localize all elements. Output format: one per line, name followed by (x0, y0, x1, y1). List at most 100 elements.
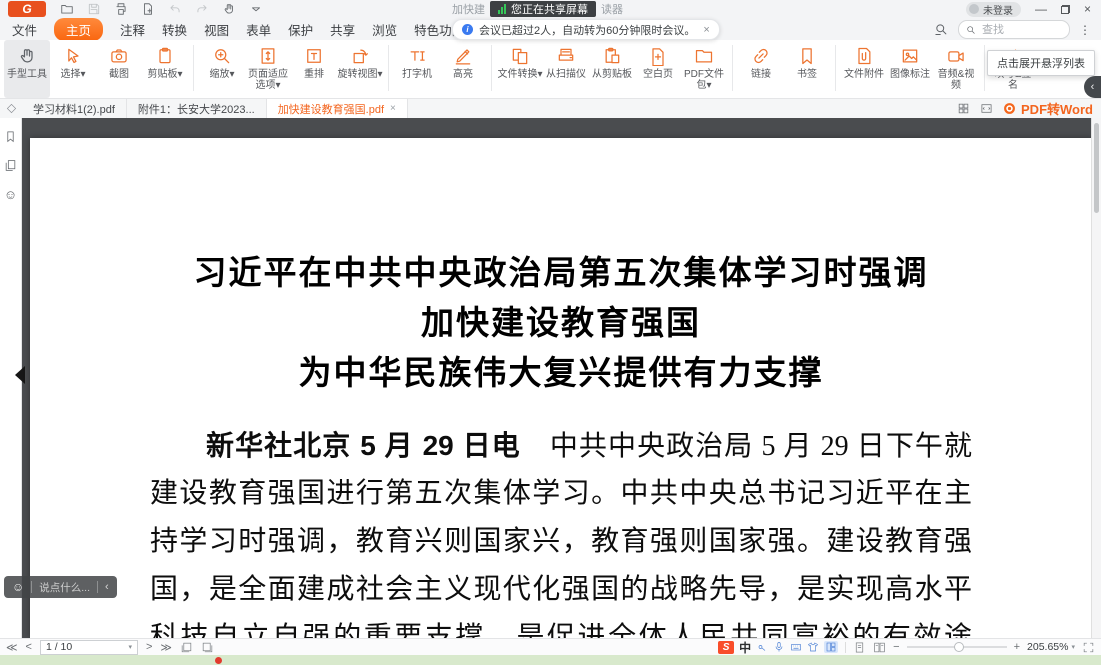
emoji-icon[interactable]: ☺ (12, 580, 24, 594)
tab-home-button[interactable] (0, 99, 22, 118)
chat-placeholder[interactable]: 说点什么... (39, 580, 90, 595)
from-scanner-button[interactable]: 从扫描仪 (543, 40, 589, 98)
pdf-to-word-button[interactable]: PDF转Word (1003, 99, 1093, 118)
zoom-button[interactable]: 缩放▾ (199, 40, 245, 98)
ime-mode-toggle[interactable]: 中 (739, 639, 751, 656)
link-icon (751, 46, 771, 66)
skin-tshirt-icon[interactable] (807, 641, 819, 653)
multi-page-view-icon[interactable] (873, 641, 886, 654)
audio-video-button[interactable]: 音频&视频 (933, 40, 979, 98)
last-page-icon[interactable]: ≫ (160, 641, 172, 654)
new-page-icon[interactable] (141, 2, 155, 16)
typewriter-icon (407, 46, 427, 66)
file-attachment-button[interactable]: 文件附件 (841, 40, 887, 98)
ime-toolbox-highlight[interactable] (824, 641, 838, 653)
keyboard-icon[interactable] (790, 641, 802, 653)
screenshot-button[interactable]: 截图 (96, 40, 142, 98)
first-page-icon[interactable]: ≪ (6, 641, 18, 654)
rotate-view-button[interactable]: 旋转视图▾ (337, 40, 383, 98)
zoom-level-control[interactable]: 205.65% ▾ (1027, 641, 1075, 653)
vertical-scrollbar[interactable] (1091, 118, 1101, 638)
search-input[interactable] (980, 23, 1048, 37)
zoom-out-icon[interactable]: − (893, 641, 899, 653)
user-account-badge[interactable]: 未登录 (966, 2, 1021, 17)
scrollbar-thumb[interactable] (1094, 123, 1099, 213)
zoom-slider[interactable] (907, 646, 1007, 648)
menu-share[interactable]: 共享 (330, 20, 355, 39)
hand-stamp-dropdown-icon[interactable] (222, 2, 236, 16)
more-options-icon[interactable]: ⋮ (1079, 23, 1091, 37)
menu-file[interactable]: 文件 (12, 20, 37, 39)
previous-page-icon[interactable]: < (26, 641, 32, 653)
comments-panel-icon[interactable]: ☺ (4, 188, 17, 201)
redo-icon[interactable] (195, 2, 209, 16)
menu-convert[interactable]: 转换 (162, 20, 187, 39)
sogou-logo-icon[interactable]: S (718, 641, 734, 654)
page-indicator-box[interactable]: 1 / 10 ▾ (40, 640, 138, 655)
zoom-in-icon[interactable]: + (1014, 641, 1020, 653)
page-fit-button[interactable]: 页面适应选项▾ (245, 40, 291, 98)
tab-attachment1[interactable]: 附件1：长安大学2023... (127, 99, 267, 118)
minimize-button[interactable]: — (1035, 1, 1047, 17)
switch-document-icon[interactable] (980, 102, 993, 115)
panel-collapse-arrow-icon[interactable] (15, 366, 25, 384)
collapse-panel-handle[interactable]: ‹ (1084, 76, 1101, 98)
thumbnails-panel-icon[interactable] (4, 159, 17, 172)
info-icon: i (462, 24, 473, 35)
tab-education-pdf[interactable]: 加快建设教育强国.pdf × (267, 99, 408, 118)
collapse-chat-icon[interactable]: ‹ (105, 581, 109, 593)
video-camera-icon (946, 46, 966, 66)
microphone-icon[interactable] (773, 641, 785, 653)
next-page-icon[interactable]: > (146, 641, 152, 653)
save-icon[interactable] (87, 2, 101, 16)
image-annotation-button[interactable]: 图像标注 (887, 40, 933, 98)
menu-form[interactable]: 表单 (246, 20, 271, 39)
reflow-button[interactable]: 重排 (291, 40, 337, 98)
restore-button[interactable] (1061, 5, 1070, 14)
pdf-package-button[interactable]: PDF文件包▾ (681, 40, 727, 98)
title-line-3: 为中华民族伟大复兴提供有力支撑 (30, 348, 1092, 398)
file-convert-button[interactable]: 文件转换▾ (497, 40, 543, 98)
zoom-slider-thumb[interactable] (954, 642, 964, 652)
menu-annotate[interactable]: 注释 (120, 20, 145, 39)
fullscreen-icon[interactable] (1082, 641, 1095, 654)
from-clipboard-button[interactable]: 从剪贴板 (589, 40, 635, 98)
ime-tool-icon[interactable] (756, 641, 768, 653)
menu-view[interactable]: 视图 (204, 20, 229, 39)
select-button[interactable]: 选择▾ (50, 40, 96, 98)
toast-close-icon[interactable]: × (703, 24, 709, 36)
rotate-view-label: 旋转视图▾ (337, 69, 383, 80)
typewriter-button[interactable]: 打字机 (394, 40, 440, 98)
close-button[interactable]: × (1084, 1, 1091, 17)
undo-icon[interactable] (168, 2, 182, 16)
ime-toolbox-icon (825, 641, 837, 653)
search-box[interactable] (958, 20, 1070, 39)
bookmarks-panel-icon[interactable] (4, 130, 17, 143)
next-view-icon[interactable] (201, 641, 214, 654)
document-title: 习近平在中共中央政治局第五次集体学习时强调 加快建设教育强国 为中华民族伟大复兴… (30, 248, 1092, 398)
screen-share-badge: 您正在共享屏幕 (490, 1, 596, 17)
print-icon[interactable] (114, 2, 128, 16)
pdf-to-word-target-icon (1003, 102, 1016, 115)
blank-page-button[interactable]: 空白页 (635, 40, 681, 98)
page-dropdown-caret-icon[interactable]: ▾ (128, 643, 132, 651)
wps-logo-icon[interactable]: G (8, 1, 46, 17)
tab-close-icon[interactable]: × (390, 103, 396, 114)
menu-protect[interactable]: 保护 (288, 20, 313, 39)
page-indicator: 1 / 10 (46, 641, 72, 653)
tab-study-material[interactable]: 学习材料1(2).pdf (22, 99, 127, 118)
bookmark-button[interactable]: 书签 (784, 40, 830, 98)
previous-view-icon[interactable] (180, 641, 193, 654)
grid-view-icon[interactable] (957, 102, 970, 115)
find-tools-icon[interactable] (934, 22, 949, 37)
link-button[interactable]: 链接 (738, 40, 784, 98)
clipboard-button[interactable]: 剪贴板▾ (142, 40, 188, 98)
menu-browse[interactable]: 浏览 (372, 20, 397, 39)
meeting-chat-pill[interactable]: ☺ 说点什么... ‹ (4, 576, 117, 598)
highlight-button[interactable]: 高亮 (440, 40, 486, 98)
customize-toolbar-icon[interactable] (249, 2, 263, 16)
open-folder-icon[interactable] (60, 2, 74, 16)
hand-tool-button[interactable]: 手型工具 (4, 40, 50, 98)
single-page-view-icon[interactable] (853, 641, 866, 654)
menu-home[interactable]: 主页 (54, 18, 103, 41)
